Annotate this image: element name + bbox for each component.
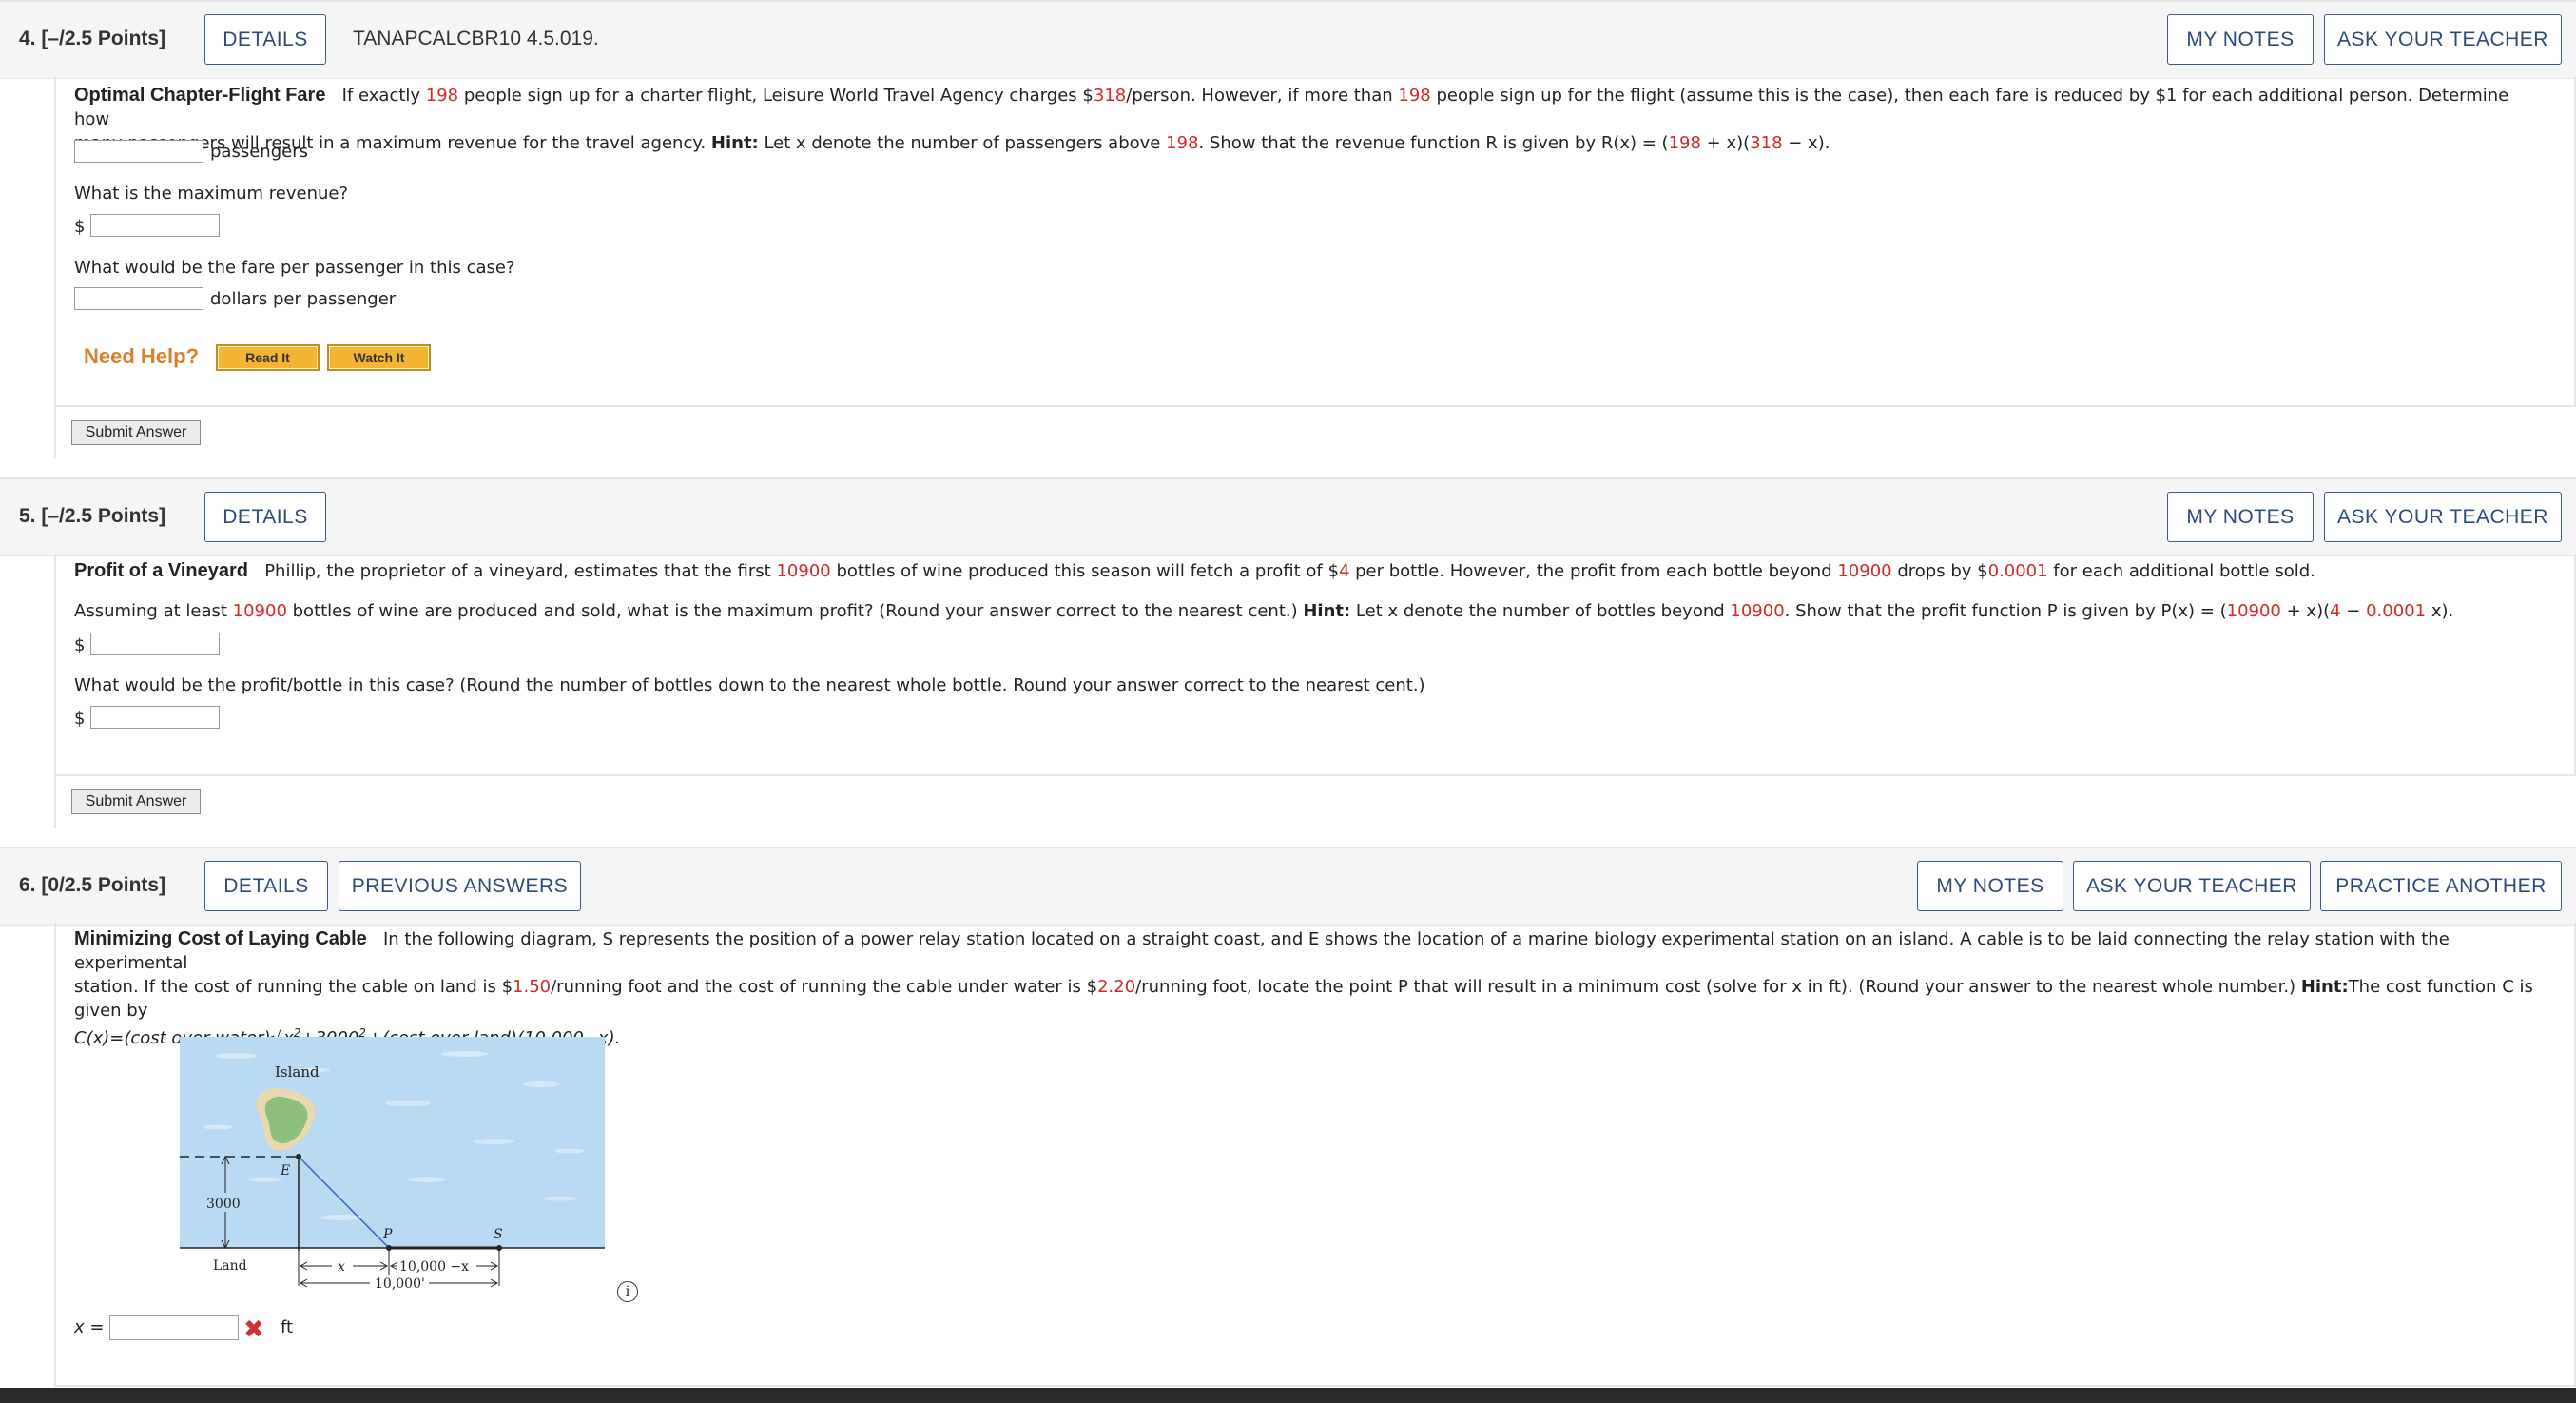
fare-question: What would be the fare per passenger in … [74,258,515,278]
my-notes-button[interactable]: MY NOTES [2167,492,2314,542]
my-notes-button[interactable]: MY NOTES [1917,861,2063,911]
profit-per-bottle-input[interactable] [90,706,220,729]
ask-your-teacher-button[interactable]: ASK YOUR TEACHER [2324,492,2562,542]
incorrect-icon: ✖ [243,1315,264,1344]
question-6-text: Minimizing Cost of Laying Cable In the f… [74,928,2533,1048]
max-revenue-question: What is the maximum revenue? [74,184,349,204]
passengers-unit: passengers [210,142,308,162]
question-5-number: 5. [–/2.5 Points] [19,505,166,527]
problem-title: Optimal Chapter-Flight Fare [74,85,326,106]
submit-answer-button[interactable]: Submit Answer [71,420,201,445]
label-rest: 10,000 −x [399,1259,469,1275]
question-4-header: 4. [–/2.5 Points] DETAILS TANAPCALCBR10 … [0,0,2576,79]
label-s: S [494,1227,503,1242]
my-notes-button[interactable]: MY NOTES [2167,14,2314,65]
passengers-input[interactable] [74,140,203,163]
max-revenue-input[interactable] [90,214,220,237]
question-4-number: 4. [–/2.5 Points] [19,28,166,49]
dollar-sign: $ [74,217,86,237]
need-help-label: Need Help? [84,344,200,368]
fare-input[interactable] [74,287,203,310]
question-4-text: Optimal Chapter-Flight Fare If exactly 1… [74,85,2509,153]
question-5-header: 5. [–/2.5 Points] DETAILS MY NOTES ASK Y… [0,477,2576,556]
question-6-number: 6. [0/2.5 Points] [19,874,166,896]
question-5-text: Profit of a Vineyard Phillip, the propri… [74,560,2315,581]
details-button[interactable]: DETAILS [204,492,326,542]
question-5-part-a: Assuming at least 10900 bottles of wine … [74,601,2454,621]
question-6-header: 6. [0/2.5 Points] DETAILS PREVIOUS ANSWE… [0,847,2576,926]
ask-your-teacher-button[interactable]: ASK YOUR TEACHER [2073,861,2311,911]
submit-answer-button[interactable]: Submit Answer [71,789,201,814]
practice-another-button[interactable]: PRACTICE ANOTHER [2320,861,2562,911]
previous-answers-button[interactable]: PREVIOUS ANSWERS [339,861,581,911]
read-it-button[interactable]: Read It [216,344,320,371]
details-button[interactable]: DETAILS [204,861,328,911]
watch-it-button[interactable]: Watch It [327,344,431,371]
label-land: Land [213,1258,247,1274]
ask-your-teacher-button[interactable]: ASK YOUR TEACHER [2324,14,2562,65]
label-p: P [382,1227,393,1242]
label-total: 10,000' [375,1276,425,1292]
info-icon[interactable]: i [617,1281,638,1302]
max-profit-input[interactable] [90,633,220,655]
details-button[interactable]: DETAILS [204,14,326,65]
label-3000: 3000' [206,1197,243,1212]
x-label: x = [74,1317,105,1337]
dollar-sign: $ [74,635,86,655]
label-e: E [280,1163,290,1179]
footer-bar [0,1388,2576,1403]
ft-unit: ft [281,1317,294,1337]
question-5-body [54,554,2576,776]
x-answer-input[interactable] [109,1315,239,1340]
label-x: x [338,1259,345,1275]
problem-title: Profit of a Vineyard [74,560,249,581]
profit-per-bottle-question: What would be the profit/bottle in this … [74,675,1425,695]
fare-unit: dollars per passenger [210,289,397,309]
question-code: TANAPCALCBR10 4.5.019. [353,28,599,49]
dollar-sign: $ [74,709,86,729]
label-island: Island [275,1063,320,1081]
problem-title: Minimizing Cost of Laying Cable [74,928,367,949]
cable-diagram: Island E P S 3000' Land x 10,000 −x 10,0… [180,1037,605,1292]
